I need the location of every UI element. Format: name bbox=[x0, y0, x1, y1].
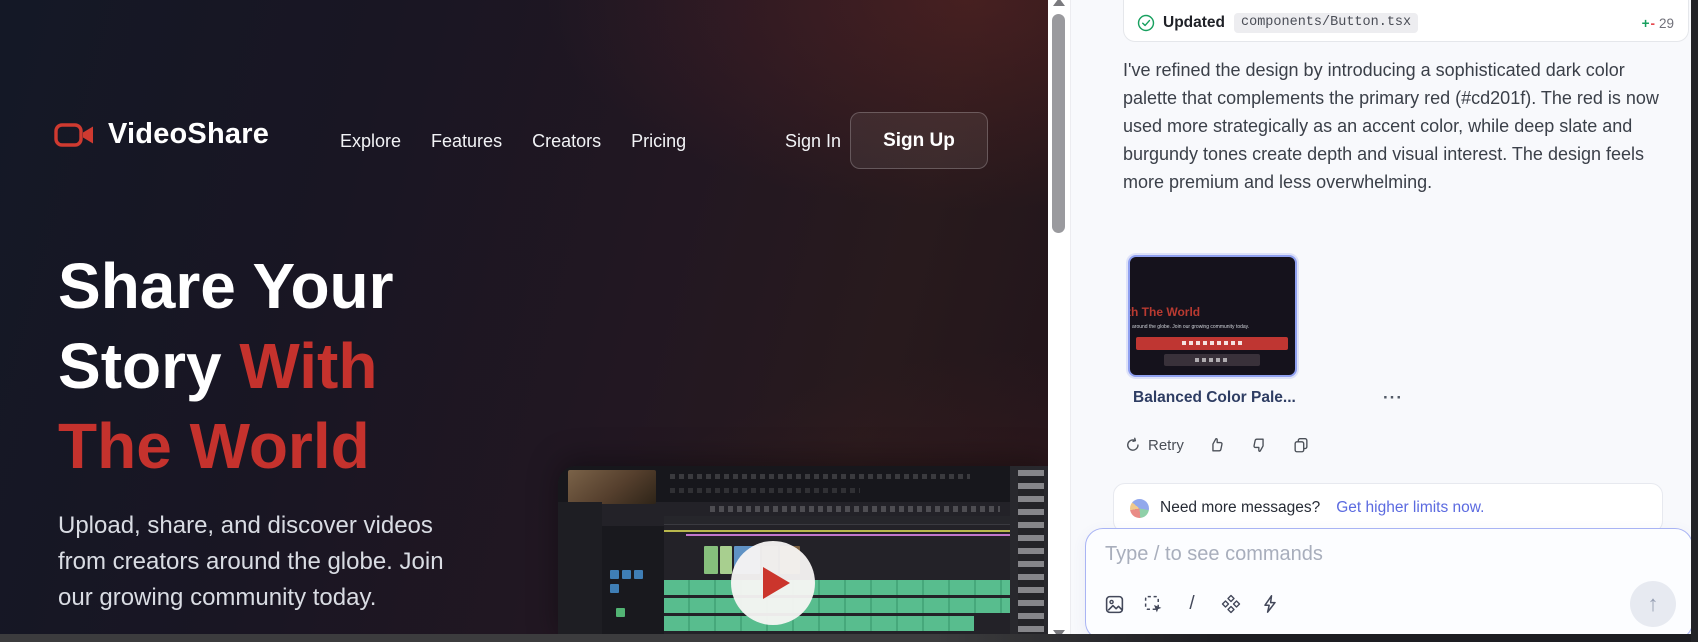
video-camera-icon bbox=[54, 120, 96, 150]
diamonds-icon bbox=[1220, 593, 1242, 615]
scrollbar-up-arrow-icon[interactable] bbox=[1053, 0, 1065, 6]
banner-text: Need more messages? bbox=[1160, 499, 1320, 517]
scrollbar-track[interactable] bbox=[1048, 0, 1071, 642]
scrollbar-thumb[interactable] bbox=[1052, 14, 1065, 233]
editor-preview-clip bbox=[568, 470, 656, 504]
brand-name: VideoShare bbox=[108, 118, 269, 151]
window-right-edge bbox=[1691, 0, 1698, 642]
retry-button[interactable]: Retry bbox=[1125, 437, 1184, 454]
blocks-button[interactable] bbox=[1220, 593, 1242, 615]
composer-card: / bbox=[1085, 528, 1693, 640]
update-status: Updated bbox=[1163, 14, 1225, 32]
select-element-button[interactable] bbox=[1142, 593, 1164, 615]
editor-left-panel bbox=[602, 526, 664, 642]
check-circle-icon bbox=[1137, 14, 1155, 32]
timeline-track bbox=[664, 580, 1010, 595]
nav-pricing[interactable]: Pricing bbox=[631, 131, 686, 152]
file-update-card: Updated components/Button.tsx + - 29 bbox=[1123, 0, 1689, 42]
thumb-heading: th The World bbox=[1128, 305, 1200, 319]
play-button[interactable] bbox=[731, 541, 815, 625]
sign-in-link[interactable]: Sign In bbox=[785, 131, 841, 152]
editor-transport-controls bbox=[710, 506, 1000, 512]
assistant-message: I've refined the design by introducing a… bbox=[1123, 56, 1671, 196]
site-nav: Explore Features Creators Pricing bbox=[340, 131, 686, 152]
copy-button[interactable] bbox=[1292, 436, 1310, 454]
composer-toolbar: / bbox=[1103, 593, 1281, 615]
attach-image-button[interactable] bbox=[1103, 593, 1125, 615]
image-icon bbox=[1104, 594, 1125, 615]
get-higher-limits-link[interactable]: Get higher limits now. bbox=[1336, 499, 1484, 517]
nav-explore[interactable]: Explore bbox=[340, 131, 401, 152]
thumbs-down-button[interactable] bbox=[1250, 436, 1268, 454]
limits-banner: Need more messages? Get higher limits no… bbox=[1113, 483, 1663, 533]
timeline-ruler bbox=[664, 516, 1010, 525]
usage-pie-icon bbox=[1130, 499, 1149, 518]
thumbs-down-icon bbox=[1250, 436, 1268, 454]
thumb-primary-button bbox=[1136, 337, 1288, 350]
quick-actions-button[interactable] bbox=[1259, 593, 1281, 615]
play-icon bbox=[763, 567, 790, 599]
chat-input[interactable] bbox=[1103, 542, 1547, 567]
artifact-caption-row: Balanced Color Pale... ··· bbox=[1133, 388, 1403, 408]
slash-command-button[interactable]: / bbox=[1181, 593, 1203, 615]
chat-panel: Updated components/Button.tsx + - 29 I'v… bbox=[1071, 0, 1698, 642]
thumbs-up-icon bbox=[1208, 436, 1226, 454]
timeline-track bbox=[664, 616, 974, 631]
updated-file-chip: components/Button.tsx bbox=[1234, 13, 1418, 33]
thumb-subtitle: around the globe. Join our growing commu… bbox=[1132, 324, 1292, 330]
send-button[interactable]: ↑ bbox=[1630, 581, 1676, 627]
thumbs-up-button[interactable] bbox=[1208, 436, 1226, 454]
hero-heading: Share Your Story With The World bbox=[58, 246, 394, 486]
refresh-icon bbox=[1125, 437, 1141, 453]
send-arrow-icon: ↑ bbox=[1648, 591, 1659, 617]
nav-creators[interactable]: Creators bbox=[532, 131, 601, 152]
brand-logo[interactable]: VideoShare bbox=[54, 118, 269, 151]
hero-video-image bbox=[558, 466, 1050, 642]
copy-icon bbox=[1292, 436, 1310, 454]
select-cursor-icon bbox=[1143, 594, 1164, 615]
hero-subtitle: Upload, share, and discover videos from … bbox=[58, 508, 458, 616]
screenshot-root: VideoShare Explore Features Creators Pri… bbox=[0, 0, 1698, 642]
thumb-secondary-button bbox=[1164, 354, 1260, 366]
artifact-caption[interactable]: Balanced Color Pale... bbox=[1133, 389, 1296, 407]
timeline-track bbox=[664, 598, 1010, 613]
nav-features[interactable]: Features bbox=[431, 131, 502, 152]
editor-tools-column bbox=[558, 502, 602, 642]
sign-up-button[interactable]: Sign Up bbox=[850, 112, 988, 169]
lightning-icon bbox=[1260, 594, 1280, 614]
artifact-thumbnail[interactable]: th The World around the globe. Join our … bbox=[1128, 255, 1297, 377]
diff-stat: + - 29 bbox=[1642, 16, 1674, 31]
message-actions: Retry bbox=[1125, 432, 1310, 458]
site-preview-panel: VideoShare Explore Features Creators Pri… bbox=[0, 0, 1050, 642]
editor-media-list bbox=[1010, 466, 1050, 642]
window-bottom-edge bbox=[0, 634, 1698, 642]
artifact-menu-icon[interactable]: ··· bbox=[1383, 388, 1403, 408]
